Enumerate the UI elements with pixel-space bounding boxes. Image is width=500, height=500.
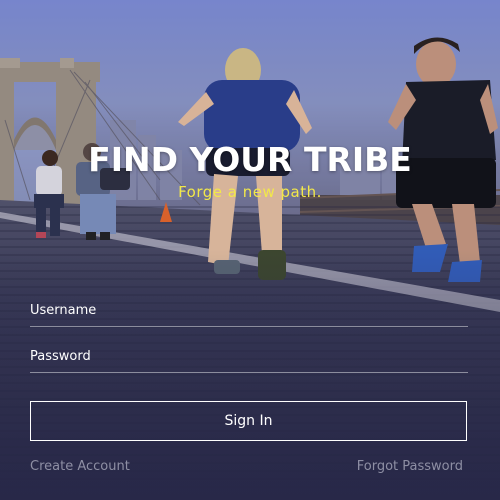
forgot-password-link[interactable]: Forgot Password (357, 458, 463, 476)
sign-in-label: Sign In (224, 413, 273, 429)
sign-in-button[interactable]: Sign In (30, 401, 467, 441)
username-field[interactable]: Username (30, 300, 468, 327)
page-title: FIND YOUR TRIBE (88, 140, 412, 179)
tagline: Forge a new path. (178, 183, 322, 201)
username-input[interactable] (30, 300, 468, 324)
create-account-link[interactable]: Create Account (30, 458, 130, 476)
login-screen: FIND YOUR TRIBE Forge a new path. Userna… (0, 0, 500, 500)
password-field[interactable]: Password (30, 346, 468, 373)
password-input[interactable] (30, 346, 468, 370)
